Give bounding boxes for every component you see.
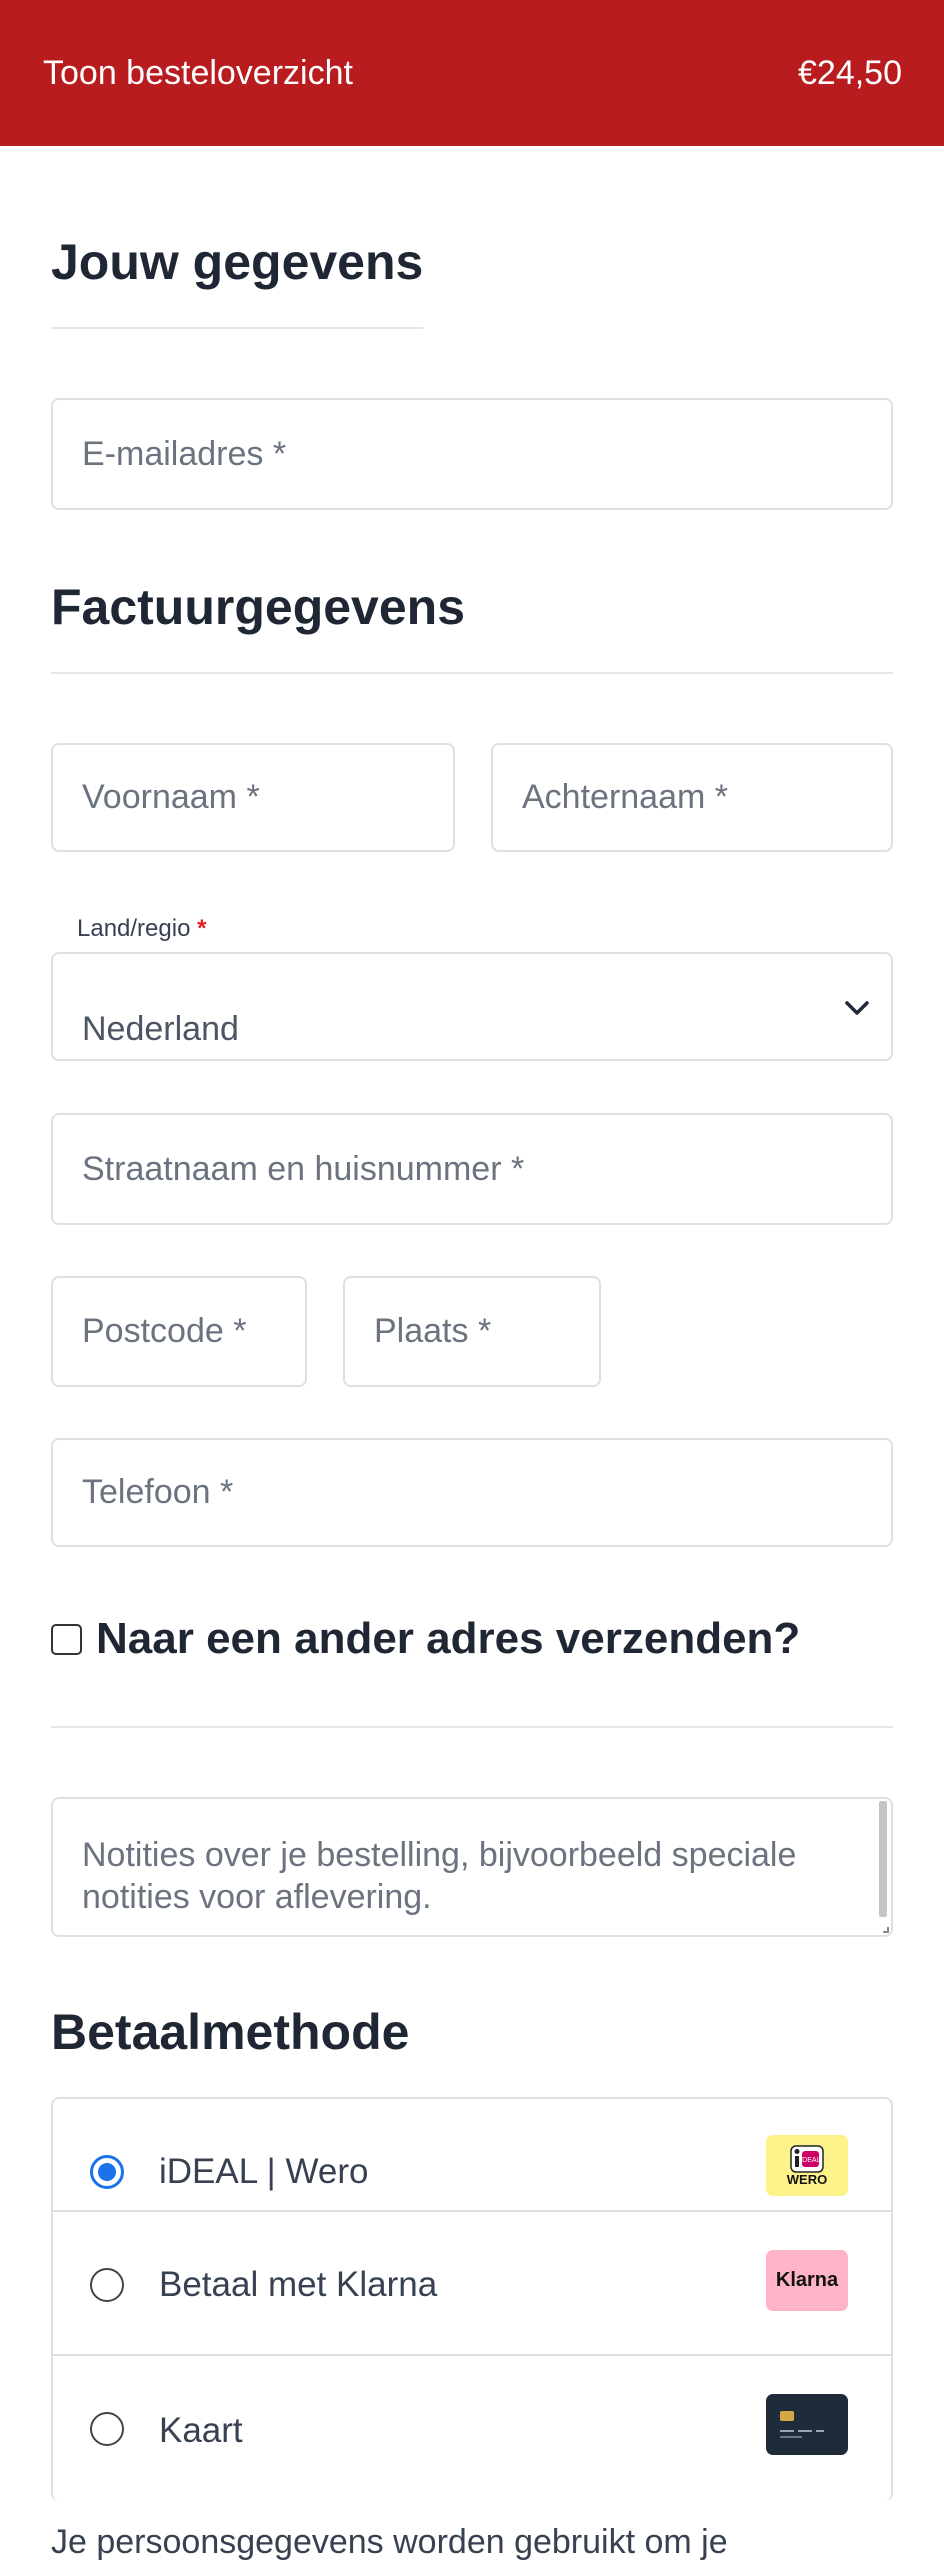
- klarna-radio[interactable]: [90, 2268, 124, 2302]
- country-label-text: Land/regio: [77, 915, 191, 942]
- ship-different-address[interactable]: Naar een ander adres verzenden?: [51, 1614, 800, 1664]
- postcode-field[interactable]: Postcode *: [51, 1276, 307, 1387]
- first-name-placeholder: Voornaam *: [82, 778, 260, 816]
- phone-placeholder: Telefoon *: [82, 1473, 234, 1511]
- scrollbar[interactable]: [879, 1801, 887, 1917]
- ideal-mark: iDEAL: [790, 2144, 824, 2173]
- street-placeholder: Straatnaam en huisnummer *: [82, 1149, 525, 1188]
- chevron-down-icon: [845, 1001, 869, 1015]
- resize-grip-icon[interactable]: [883, 1927, 889, 1933]
- credit-card-graphic: [780, 2410, 824, 2438]
- postcode-placeholder: Postcode *: [82, 1312, 247, 1350]
- email-field[interactable]: E-mailadres *: [51, 398, 893, 510]
- divider: [51, 672, 893, 674]
- payment-heading: Betaalmethode: [51, 2004, 410, 2060]
- order-notes-textarea[interactable]: Notities over je bestelling, bijvoorbeel…: [51, 1797, 893, 1937]
- ship-different-checkbox[interactable]: [51, 1623, 82, 1655]
- email-placeholder: E-mailadres *: [82, 434, 287, 473]
- last-name-field[interactable]: Achternaam *: [491, 743, 893, 852]
- order-total: €24,50: [798, 53, 902, 92]
- first-name-field[interactable]: Voornaam *: [51, 743, 455, 852]
- klarna-label: Betaal met Klarna: [159, 2265, 438, 2304]
- country-label: Land/regio *: [77, 915, 206, 943]
- payment-option-card[interactable]: Kaart: [53, 2356, 891, 2501]
- required-marker: *: [197, 915, 207, 942]
- divider: [51, 327, 423, 329]
- your-details-heading: Jouw gegevens: [51, 234, 424, 290]
- card-radio[interactable]: [90, 2412, 124, 2446]
- card-label: Kaart: [159, 2411, 243, 2450]
- country-select[interactable]: Nederland: [51, 952, 893, 1061]
- payment-option-ideal[interactable]: iDEAL | Wero iDEAL WERO: [53, 2099, 891, 2212]
- privacy-notice: Je persoonsgegevens worden gebruikt om j…: [51, 2523, 728, 2560]
- order-notes-placeholder: Notities over je bestelling, bijvoorbeel…: [82, 1836, 797, 1916]
- phone-field[interactable]: Telefoon *: [51, 1438, 893, 1547]
- svg-text:iDEAL: iDEAL: [801, 2157, 821, 2164]
- klarna-wordmark: Klarna: [775, 2269, 839, 2291]
- street-field[interactable]: Straatnaam en huisnummer *: [51, 1113, 893, 1225]
- city-field[interactable]: Plaats *: [343, 1276, 601, 1387]
- divider: [51, 1726, 893, 1728]
- order-summary-bar[interactable]: Toon besteloverzicht €24,50: [0, 0, 944, 146]
- last-name-placeholder: Achternaam *: [522, 778, 728, 816]
- wero-wordmark: WERO: [786, 2171, 828, 2187]
- ideal-radio[interactable]: [90, 2155, 124, 2189]
- country-value: Nederland: [82, 1010, 239, 1048]
- ideal-label: iDEAL | Wero: [159, 2152, 369, 2191]
- ship-different-label[interactable]: Naar een ander adres verzenden?: [96, 1614, 800, 1664]
- order-summary-toggle[interactable]: Toon besteloverzicht: [43, 54, 353, 93]
- billing-heading: Factuurgegevens: [51, 579, 466, 635]
- klarna-logo-icon: Klarna: [766, 2250, 848, 2311]
- card-icon: [766, 2394, 848, 2455]
- city-placeholder: Plaats *: [374, 1312, 492, 1350]
- payment-methods: iDEAL | Wero iDEAL WERO Betaal met Klarn…: [51, 2097, 893, 2501]
- ideal-wero-logo-icon: iDEAL WERO: [766, 2135, 848, 2196]
- payment-option-klarna[interactable]: Betaal met Klarna Klarna: [53, 2212, 891, 2356]
